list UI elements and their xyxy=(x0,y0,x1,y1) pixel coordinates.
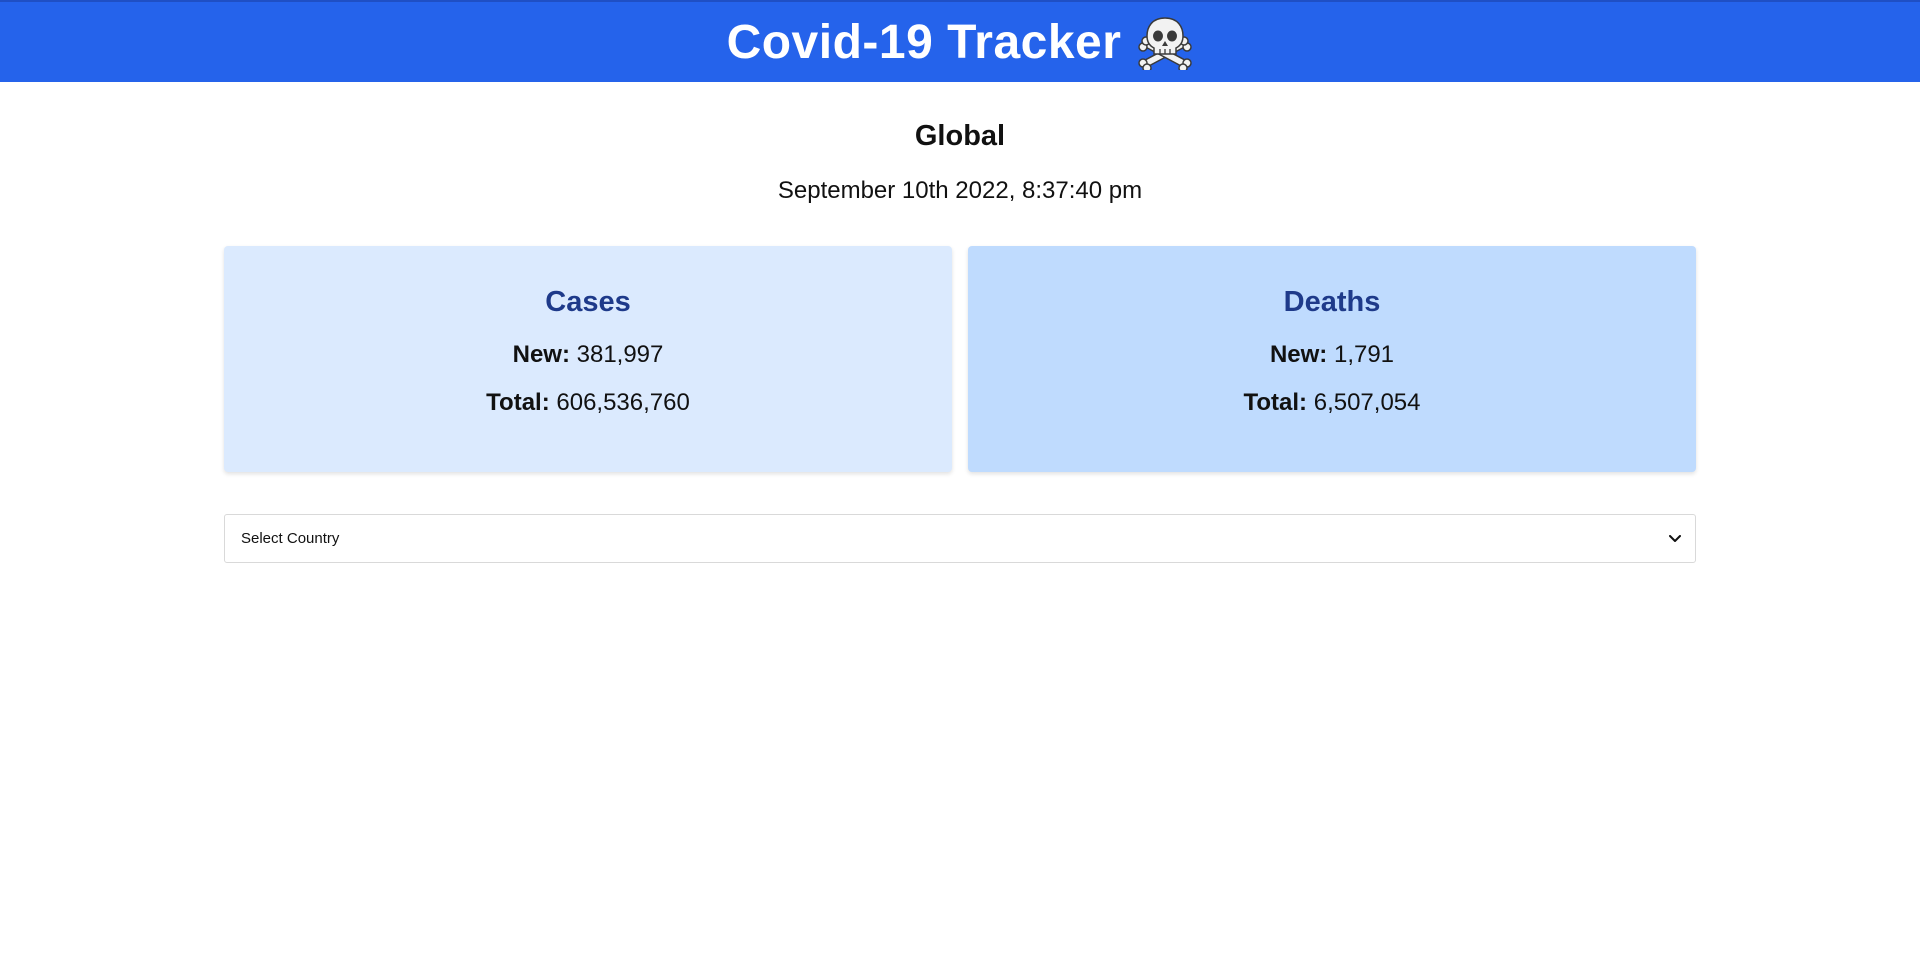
cases-card: Cases New: 381,997 Total: 606,536,760 xyxy=(224,246,952,472)
deaths-card-title: Deaths xyxy=(1283,286,1381,318)
country-select-value: Select Country xyxy=(241,530,340,547)
cases-new-row: New: 381,997 xyxy=(224,341,952,369)
cases-new-label: New: xyxy=(512,341,570,368)
cases-total-label: Total: xyxy=(486,389,550,416)
last-updated-timestamp: September 10th 2022, 8:37:40 pm xyxy=(777,177,1143,204)
app-header: Covid-19 Tracker xyxy=(0,0,1920,82)
deaths-total-label: Total: xyxy=(1243,389,1308,416)
cases-total-value: 606,536,760 xyxy=(556,389,690,416)
chevron-down-icon xyxy=(1669,534,1681,542)
deaths-new-value: 1,791 xyxy=(1333,341,1395,368)
cases-new-value: 381,997 xyxy=(576,341,664,368)
deaths-new-label: New: xyxy=(1269,341,1328,368)
app-title: Covid-19 Tracker xyxy=(726,15,1122,69)
deaths-total-value: 6,507,054 xyxy=(1313,389,1421,416)
cases-total-row: Total: 606,536,760 xyxy=(224,389,952,417)
deaths-card: Deaths New: 1,791 Total: 6,507,054 xyxy=(968,246,1696,472)
cases-card-title: Cases xyxy=(545,286,631,318)
region-title: Global xyxy=(914,120,1006,152)
app-title-container: Covid-19 Tracker xyxy=(727,14,1194,70)
deaths-total-row: Total: 6,507,054 xyxy=(968,389,1696,417)
country-select[interactable]: Select Country xyxy=(224,514,1696,563)
skull-and-crossbones-icon xyxy=(1138,17,1193,70)
deaths-new-row: New: 1,791 xyxy=(968,341,1696,369)
